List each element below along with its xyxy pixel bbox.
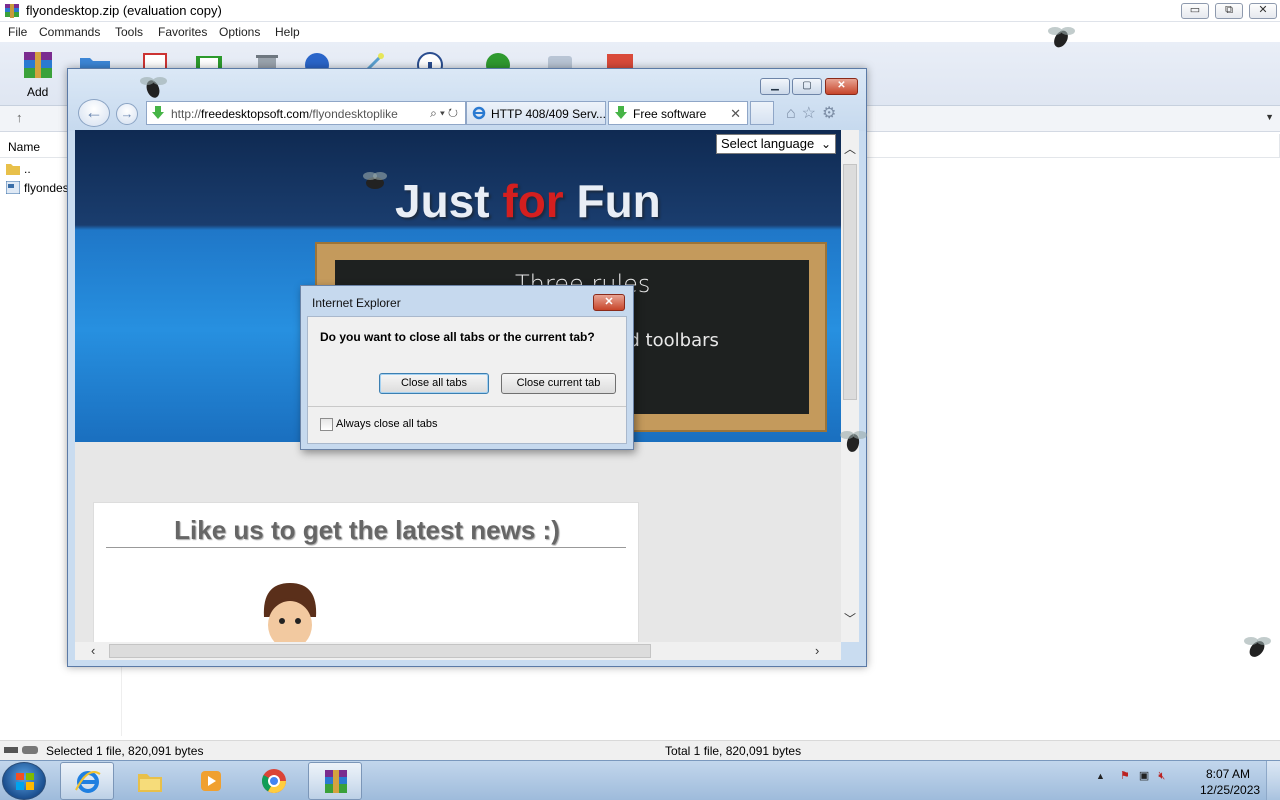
ie-maximize-button[interactable]: ▢	[792, 78, 822, 95]
dialog-title: Internet Explorer	[312, 296, 401, 310]
close-button[interactable]: ✕	[1249, 3, 1277, 19]
chevron-down-icon: ⌄	[820, 137, 831, 151]
fly-icon	[1048, 27, 1075, 48]
close-all-tabs-button[interactable]: Close all tabs	[379, 373, 489, 394]
menu-favorites[interactable]: Favorites	[158, 25, 207, 39]
tab-http-error[interactable]: HTTP 408/409 Serv...	[466, 101, 606, 125]
download-icon	[615, 106, 627, 119]
dialog-body: Do you want to close all tabs or the cur…	[307, 316, 627, 444]
winrar-titlebar[interactable]: flyondesktop.zip (evaluation copy) ▭ ⧉ ✕	[0, 0, 1280, 22]
menu-commands[interactable]: Commands	[39, 25, 100, 39]
fly-icon	[840, 431, 867, 452]
scroll-thumb[interactable]	[109, 644, 651, 658]
download-arrow-icon	[152, 106, 164, 119]
menu-file[interactable]: File	[8, 25, 27, 39]
ie-titlebar[interactable]: ▁ ▢ ✕ ← → http://freedesktopsoft.com/fly…	[68, 69, 866, 131]
ie-icon	[472, 106, 486, 120]
taskbar: ▲ ⚑ ▣ 🔇︎ 8:07 AM 12/25/2023	[0, 760, 1280, 800]
file-name: ..	[24, 162, 31, 176]
system-tray: ▲ ⚑ ▣ 🔇︎	[1096, 769, 1165, 783]
start-button[interactable]	[2, 762, 46, 800]
windows-logo-icon	[16, 773, 34, 790]
up-arrow-icon[interactable]: ↑	[16, 110, 23, 125]
tab-label: Free software	[633, 107, 707, 121]
language-select[interactable]: Select language ⌄	[716, 134, 836, 154]
cartoon-face-icon	[263, 583, 317, 642]
scroll-up-icon[interactable]: ︿	[844, 140, 856, 157]
file-icon	[6, 181, 20, 194]
menu-tools[interactable]: Tools	[115, 25, 143, 39]
always-close-checkbox[interactable]	[320, 418, 333, 431]
close-current-tab-button[interactable]: Close current tab	[501, 373, 616, 394]
horizontal-scrollbar[interactable]: ‹ ›	[75, 642, 841, 660]
winrar-icon	[325, 770, 347, 793]
taskbar-file-explorer[interactable]	[123, 762, 177, 800]
status-bar: Selected 1 file, 820,091 bytes Total 1 f…	[0, 740, 1280, 760]
fly-icon	[140, 77, 167, 98]
taskbar-winrar[interactable]	[308, 762, 362, 800]
status-total: Total 1 file, 820,091 bytes	[665, 744, 802, 758]
tab-close-icon[interactable]: ✕	[730, 106, 741, 122]
action-center-icon[interactable]: ⚑	[1120, 770, 1130, 782]
network-icon[interactable]: ▣	[1139, 770, 1149, 782]
restore-button[interactable]: ⧉	[1215, 3, 1243, 19]
media-player-icon	[201, 771, 221, 791]
divider	[308, 406, 626, 407]
taskbar-chrome[interactable]	[247, 762, 301, 800]
tab-label: HTTP 408/409 Serv...	[491, 107, 606, 121]
add-archive-icon[interactable]	[21, 50, 55, 80]
always-close-label[interactable]: Always close all tabs	[336, 418, 438, 430]
address-url: http://freedesktopsoft.com/flyondesktopl…	[171, 107, 398, 121]
scroll-right-icon[interactable]: ›	[815, 643, 819, 658]
tab-free-software[interactable]: Free software ✕	[608, 101, 748, 125]
column-name[interactable]: Name	[8, 140, 40, 154]
forward-arrow-icon[interactable]: →	[116, 103, 138, 125]
chrome-icon	[261, 769, 286, 794]
new-tab-button[interactable]	[750, 101, 774, 125]
home-favorites-settings-icons[interactable]: ⌂☆⚙	[786, 103, 842, 123]
scroll-thumb[interactable]	[843, 164, 857, 400]
back-arrow-icon[interactable]: ←	[78, 99, 110, 127]
file-name: flyondes	[24, 181, 69, 195]
like-title: Like us to get the latest news :)	[174, 515, 560, 545]
close-tabs-dialog: Internet Explorer ✕ Do you want to close…	[300, 285, 634, 450]
add-button-label[interactable]: Add	[27, 85, 48, 99]
like-box: Like us to get the latest news :)	[93, 502, 639, 642]
ie-navigation-bar: ← → http://freedesktopsoft.com/flyondesk…	[76, 99, 858, 127]
volume-icon[interactable]: 🔇︎	[1158, 770, 1165, 782]
status-selected: Selected 1 file, 820,091 bytes	[46, 744, 204, 758]
dialog-question: Do you want to close all tabs or the cur…	[320, 330, 595, 344]
ie-close-button[interactable]: ✕	[825, 78, 858, 95]
scroll-down-icon[interactable]: ﹀	[844, 610, 856, 627]
show-desktop-button[interactable]	[1266, 761, 1280, 800]
internet-explorer-icon	[75, 771, 101, 793]
taskbar-media-player[interactable]	[184, 762, 238, 800]
folder-icon	[6, 164, 20, 175]
divider	[106, 547, 626, 548]
window-title: flyondesktop.zip (evaluation copy)	[26, 3, 222, 18]
scroll-left-icon[interactable]: ‹	[91, 643, 95, 658]
chevron-down-icon[interactable]: ▼	[1265, 112, 1274, 122]
banner-title: Just for Fun	[395, 175, 661, 227]
ie-minimize-button[interactable]: ▁	[760, 78, 790, 95]
clock-time[interactable]: 8:07 AM	[1206, 767, 1250, 781]
menu-bar: File Commands Tools Favorites Options He…	[0, 22, 1280, 42]
minimize-button[interactable]: ▭	[1181, 3, 1209, 19]
language-select-value: Select language	[721, 136, 815, 151]
fly-icon	[1244, 637, 1271, 657]
search-refresh-icons[interactable]: ⌕▾↻	[430, 106, 461, 121]
clock-date[interactable]: 12/25/2023	[1200, 783, 1260, 797]
taskbar-internet-explorer[interactable]	[60, 762, 114, 800]
menu-options[interactable]: Options	[219, 25, 260, 39]
fly-icon	[363, 172, 387, 189]
vertical-scrollbar[interactable]: ︿ ﹀	[841, 130, 859, 642]
address-input[interactable]: http://freedesktopsoft.com/flyondesktopl…	[146, 101, 466, 125]
drive-icon	[4, 746, 38, 754]
dialog-close-button[interactable]: ✕	[593, 294, 625, 311]
folder-icon	[138, 774, 162, 792]
winrar-app-icon	[5, 4, 19, 18]
menu-help[interactable]: Help	[275, 25, 300, 39]
tray-expand-icon[interactable]: ▲	[1096, 771, 1105, 781]
